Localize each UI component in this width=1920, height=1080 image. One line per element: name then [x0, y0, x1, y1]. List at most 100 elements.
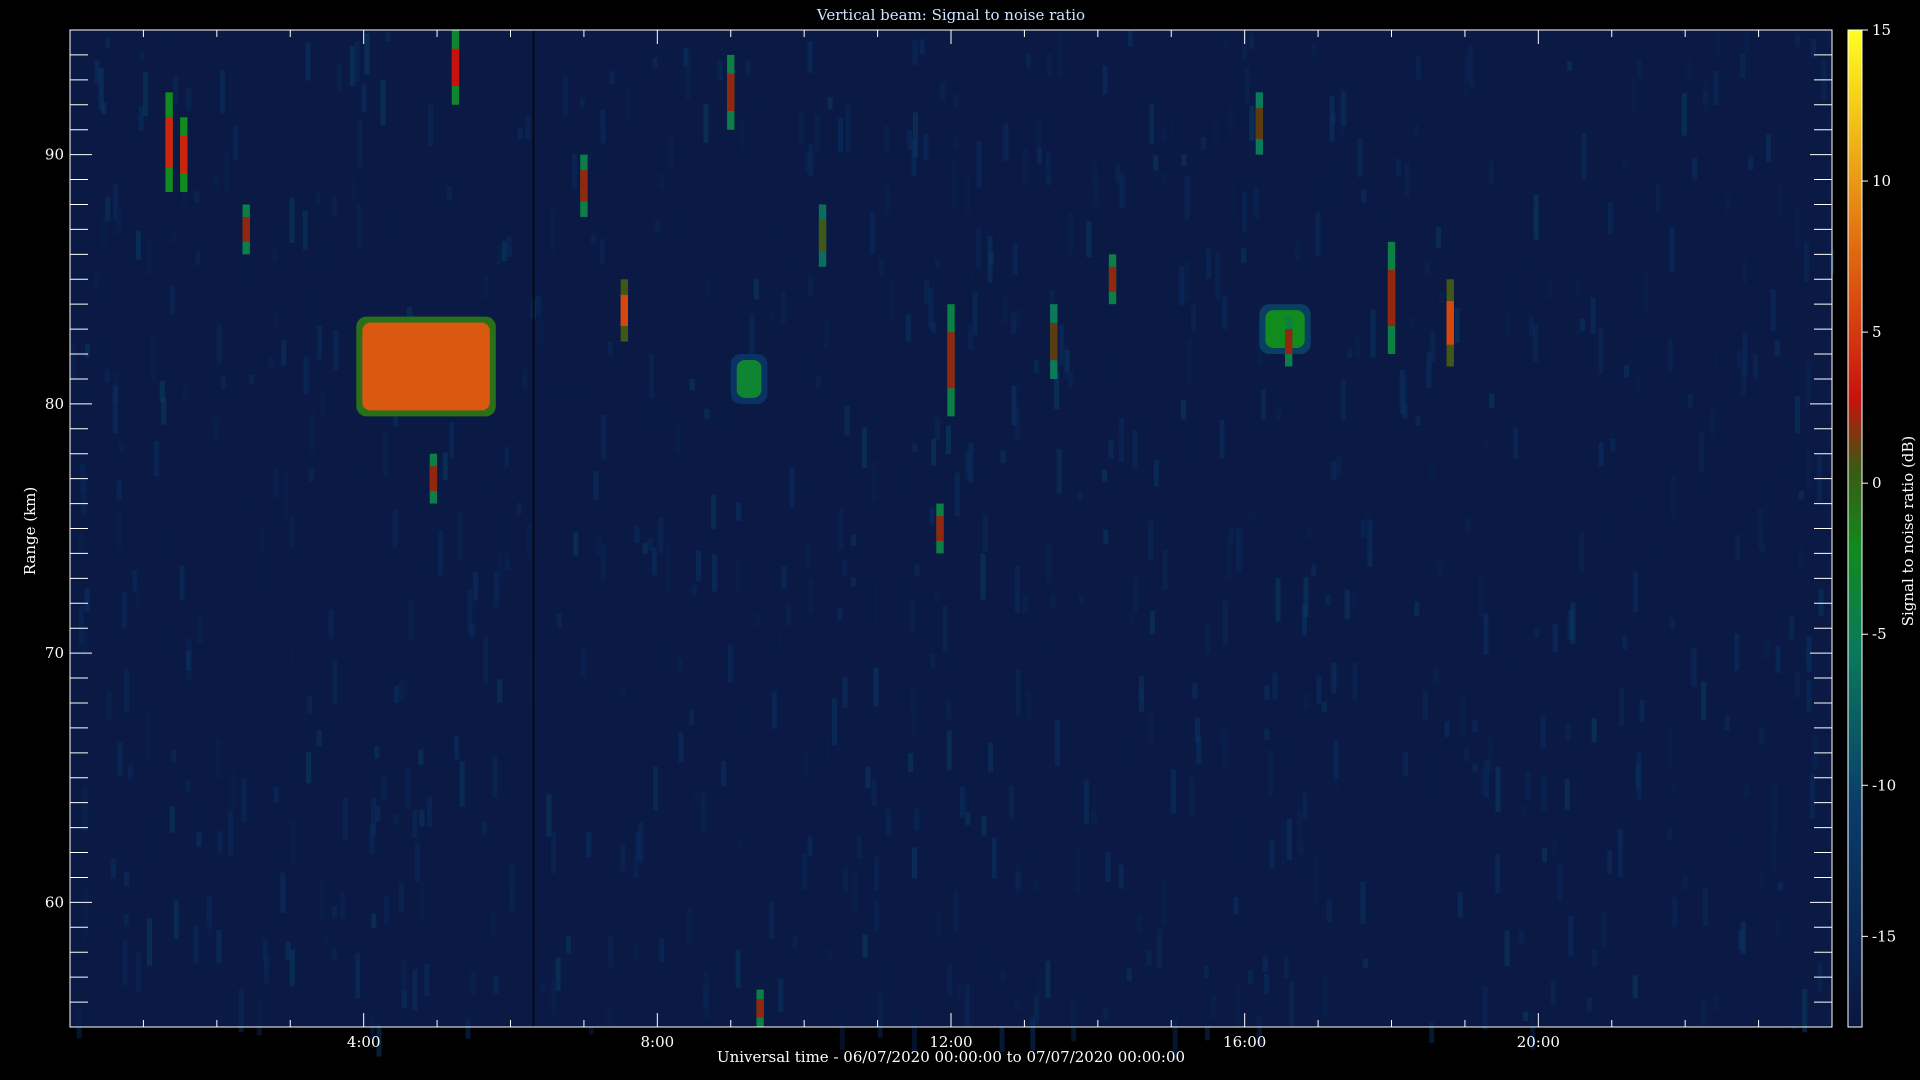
noise-streak — [98, 68, 104, 111]
noise-streak — [1515, 272, 1521, 319]
noise-streak — [1736, 350, 1742, 370]
noise-streak — [907, 129, 913, 151]
noise-streak — [1186, 339, 1192, 386]
noise-streak — [506, 236, 512, 258]
noise-streak — [1399, 369, 1405, 415]
noise-streak — [1166, 283, 1172, 310]
noise-streak — [803, 755, 808, 780]
noise-streak — [1275, 578, 1281, 622]
noise-streak — [814, 114, 820, 154]
noise-streak — [1331, 663, 1337, 694]
noise-streak — [302, 210, 308, 250]
noise-streak — [173, 75, 178, 105]
noise-streak — [1775, 456, 1780, 489]
echo-streak-core — [1050, 322, 1058, 361]
noise-streak — [1238, 819, 1243, 859]
noise-streak — [1170, 769, 1176, 814]
noise-streak — [1551, 839, 1557, 855]
noise-streak — [946, 700, 952, 719]
noise-streak — [551, 979, 557, 1017]
noise-streak — [1003, 123, 1009, 161]
colorbar-tick-label: -15 — [1872, 927, 1896, 945]
noise-streak — [1229, 527, 1235, 543]
noise-streak — [320, 390, 326, 415]
noise-streak — [771, 300, 777, 332]
noise-streak — [908, 752, 914, 772]
noise-streak — [1772, 783, 1778, 831]
noise-streak — [1211, 996, 1217, 1018]
noise-streak — [780, 218, 786, 233]
noise-streak — [1513, 427, 1518, 459]
noise-streak — [1518, 930, 1524, 944]
noise-streak — [1565, 722, 1571, 740]
echo-streak-core — [242, 216, 250, 242]
noise-streak — [356, 205, 362, 248]
noise-streak — [745, 59, 751, 76]
noise-streak — [843, 865, 849, 892]
noise-streak — [1228, 901, 1234, 919]
noise-streak — [1264, 973, 1269, 994]
noise-streak — [896, 469, 902, 493]
noise-streak — [1311, 44, 1317, 58]
echo-blob-core — [736, 360, 762, 398]
noise-streak — [1180, 399, 1186, 420]
noise-streak — [551, 832, 557, 874]
noise-streak — [1633, 571, 1638, 612]
noise-streak — [403, 676, 409, 696]
noise-streak — [609, 71, 615, 85]
noise-streak — [606, 1003, 612, 1026]
noise-streak — [918, 933, 924, 949]
noise-streak — [1139, 675, 1145, 712]
noise-streak — [289, 644, 295, 670]
noise-streak — [328, 609, 334, 639]
noise-streak — [90, 816, 95, 833]
noise-streak — [357, 119, 363, 167]
noise-streak — [755, 614, 761, 627]
noise-streak — [1233, 897, 1239, 915]
noise-streak — [757, 777, 763, 793]
noise-streak — [614, 500, 620, 518]
noise-streak — [1415, 55, 1421, 80]
noise-streak — [792, 415, 798, 431]
noise-streak — [493, 975, 499, 994]
noise-streak — [620, 685, 626, 699]
noise-streak — [281, 339, 287, 365]
noise-streak — [233, 125, 239, 161]
noise-streak — [254, 559, 260, 605]
noise-streak — [871, 461, 877, 501]
noise-streak — [1000, 450, 1006, 464]
noise-streak — [1014, 407, 1020, 441]
colorbar-label: Signal to noise ratio (dB) — [1899, 435, 1917, 627]
chart-svg: 4:00 8:00 12:00 16:00 20:00 60708090 151050-… — [45, 21, 1896, 1060]
noise-streak — [1505, 642, 1511, 672]
noise-streak — [1568, 916, 1574, 957]
noise-streak — [159, 32, 165, 46]
echo-streak-core — [429, 466, 438, 492]
noise-streak — [1607, 202, 1613, 234]
noise-streak — [865, 766, 871, 789]
noise-streak — [1293, 861, 1299, 890]
noise-streak — [1057, 32, 1063, 78]
noise-streak — [540, 983, 545, 992]
noise-streak — [307, 695, 313, 714]
noise-streak — [319, 880, 325, 923]
noise-streak — [912, 39, 918, 66]
noise-streak — [1184, 176, 1190, 221]
noise-streak — [1772, 826, 1778, 872]
noise-streak — [364, 33, 370, 75]
noise-streak — [1734, 633, 1740, 671]
noise-streak — [101, 218, 107, 247]
noise-streak — [1153, 155, 1159, 171]
noise-streak — [135, 230, 141, 260]
noise-streak — [459, 761, 465, 807]
noise-streak — [947, 962, 953, 995]
noise-streak — [1205, 622, 1211, 654]
noise-streak — [375, 806, 381, 822]
noise-streak — [912, 443, 918, 452]
noise-streak — [1049, 260, 1054, 281]
noise-streak — [362, 462, 368, 480]
noise-streak — [1631, 77, 1637, 112]
noise-streak — [316, 730, 322, 747]
noise-streak — [1584, 834, 1590, 846]
noise-streak — [256, 997, 262, 1036]
